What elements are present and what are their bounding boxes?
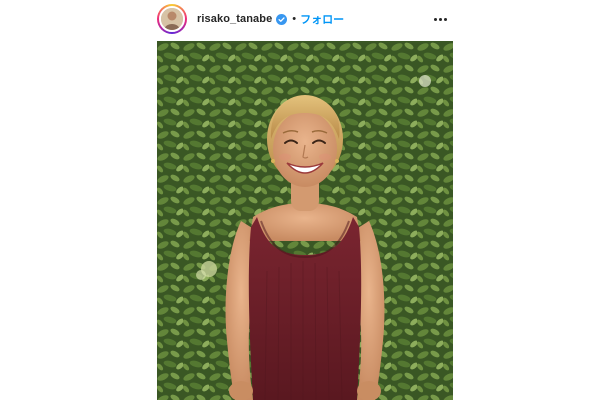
avatar-story-ring[interactable] [157, 4, 187, 34]
avatar [159, 6, 185, 32]
verified-badge-icon [276, 13, 288, 25]
follow-button[interactable]: フォロー [300, 11, 344, 27]
post-header: risako_tanabe • フォロー [157, 0, 453, 38]
more-options-icon[interactable] [428, 14, 453, 25]
instagram-post: risako_tanabe • フォロー [0, 0, 610, 400]
post-photo[interactable] [157, 41, 453, 400]
username[interactable]: risako_tanabe [197, 13, 272, 25]
post-photo-illustration [157, 41, 453, 400]
separator-dot: • [292, 13, 297, 25]
